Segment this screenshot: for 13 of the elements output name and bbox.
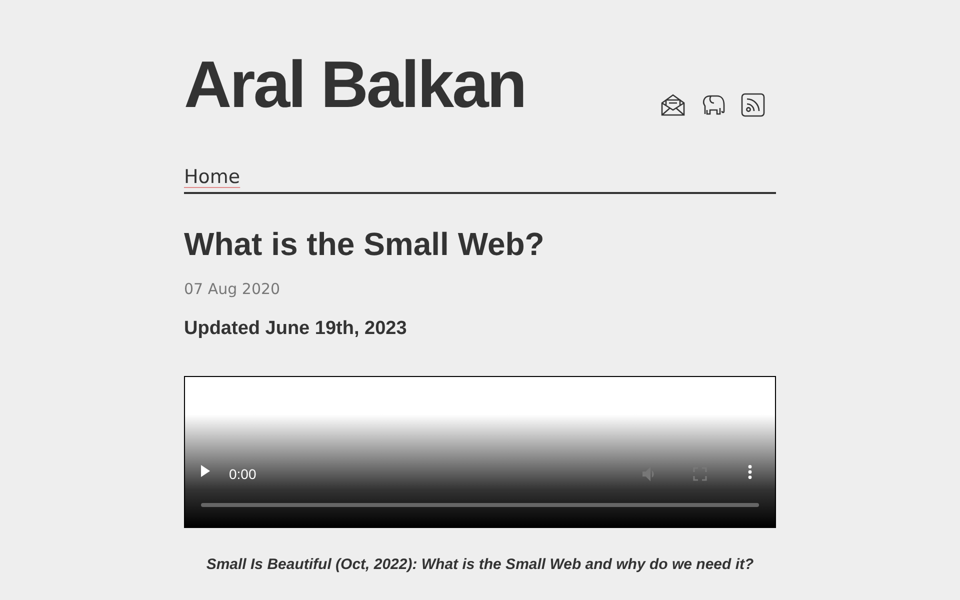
post-date: 07 Aug 2020	[184, 280, 282, 298]
nav-link[interactable]: Home	[184, 166, 240, 188]
play-icon[interactable]	[201, 465, 210, 477]
progress-track[interactable]	[201, 503, 759, 507]
updated-note: Updated June 19th, 2023	[184, 318, 408, 340]
envelope-icon[interactable]	[660, 92, 686, 118]
time-display: 0:00	[229, 466, 258, 482]
video-caption: Small Is Beautiful (Oct, 2022): What is the Small Web and why do we need it?	[205, 556, 755, 573]
rss-icon[interactable]	[740, 92, 766, 118]
video-player[interactable]: 0:00	[184, 376, 776, 528]
more-options-icon[interactable]	[748, 465, 752, 479]
post-title: What is the Small Web?	[184, 225, 546, 264]
site-title[interactable]: Aral Balkan	[184, 46, 526, 122]
